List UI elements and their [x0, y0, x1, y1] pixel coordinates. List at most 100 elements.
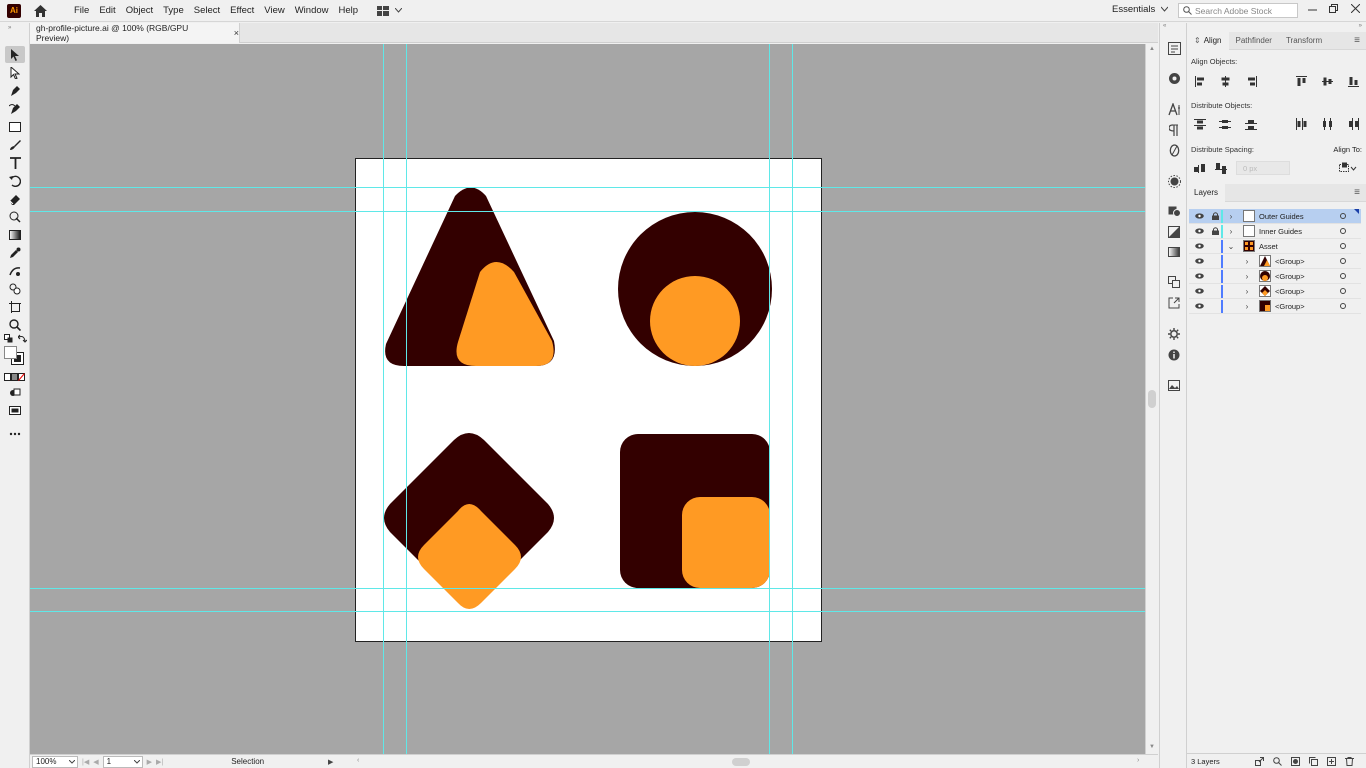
layer-name[interactable]: <Group> [1275, 257, 1305, 266]
scroll-left-icon[interactable]: ‹ [357, 757, 359, 764]
rectangle-tool[interactable] [5, 118, 25, 135]
square-group[interactable] [620, 434, 770, 588]
scroll-down-icon[interactable]: ▼ [1149, 744, 1155, 750]
swap-colors-button[interactable] [17, 334, 28, 345]
expand-arrow-icon[interactable]: › [1243, 257, 1251, 266]
curvature-tool[interactable] [5, 100, 25, 117]
eraser-tool[interactable] [5, 190, 25, 207]
guide-horizontal[interactable] [30, 588, 1145, 589]
menu-edit[interactable]: Edit [94, 5, 120, 16]
scroll-up-icon[interactable]: ▲ [1149, 46, 1155, 52]
menu-view[interactable]: View [259, 5, 289, 16]
diamond-group[interactable] [384, 433, 554, 609]
previous-artboard-icon[interactable]: ◀ [93, 758, 98, 766]
create-sublayer-button[interactable] [1309, 756, 1318, 766]
layer-row-group[interactable]: › <Group> [1189, 284, 1361, 299]
layer-row-group[interactable]: › <Group> [1189, 254, 1361, 269]
expand-arrow-icon[interactable]: › [1243, 272, 1251, 281]
search-stock-input[interactable]: Search Adobe Stock [1178, 3, 1298, 18]
target-circle-icon[interactable] [1340, 243, 1346, 249]
properties-panel-button[interactable] [1166, 40, 1182, 56]
fill-stroke-swatches[interactable] [4, 346, 26, 368]
info-panel-button[interactable] [1166, 347, 1182, 363]
default-colors-button[interactable] [4, 334, 13, 345]
blend-tool[interactable] [5, 280, 25, 297]
spacing-value-input[interactable]: 0 px [1236, 161, 1290, 175]
color-mode-buttons[interactable] [4, 373, 26, 383]
triangle-group[interactable] [385, 187, 555, 367]
visibility-eye-icon[interactable] [1195, 257, 1204, 266]
vertical-distribute-space-button[interactable] [1194, 162, 1206, 174]
horizontal-scroll-thumb[interactable] [732, 758, 750, 766]
visibility-eye-icon[interactable] [1195, 302, 1204, 311]
direct-selection-tool[interactable] [5, 64, 25, 81]
gradient-tool[interactable] [5, 226, 25, 243]
layer-row-inner-guides[interactable]: › Inner Guides [1189, 224, 1361, 239]
menu-effect[interactable]: Effect [225, 5, 259, 16]
arrange-documents-button[interactable] [377, 5, 403, 16]
locate-object-button[interactable] [1273, 756, 1282, 766]
visibility-eye-icon[interactable] [1195, 272, 1204, 281]
guide-horizontal[interactable] [30, 211, 1145, 212]
layer-row-group[interactable]: › <Group> [1189, 299, 1361, 314]
distribute-v-center-button[interactable] [1219, 118, 1231, 130]
export-panel-button[interactable] [1166, 295, 1182, 311]
distribute-left-button[interactable] [1295, 118, 1307, 130]
shape-builder-tool[interactable] [5, 208, 25, 225]
export-layer-button[interactable] [1255, 756, 1264, 766]
lock-icon[interactable] [1211, 212, 1220, 221]
guide-vertical[interactable] [769, 44, 770, 754]
close-tab-button[interactable]: × [234, 28, 239, 38]
horizontal-align-center-button[interactable] [1219, 75, 1231, 87]
opentype-panel-button[interactable] [1166, 142, 1182, 158]
layer-row-asset[interactable]: ⌄ Asset [1189, 239, 1361, 254]
last-artboard-icon[interactable]: ▶| [156, 758, 163, 766]
guide-vertical[interactable] [792, 44, 793, 754]
layer-name[interactable]: <Group> [1275, 272, 1305, 281]
menu-file[interactable]: File [69, 5, 94, 16]
panel-menu-icon[interactable]: ≡ [1354, 35, 1360, 46]
target-circle-icon[interactable] [1340, 213, 1346, 219]
layers-menu-icon[interactable]: ≡ [1354, 187, 1360, 198]
paintbrush-tool[interactable] [5, 136, 25, 153]
type-tool[interactable] [5, 154, 25, 171]
guide-vertical[interactable] [383, 44, 384, 754]
puppet-warp-tool[interactable] [5, 262, 25, 279]
guide-horizontal[interactable] [30, 611, 1145, 612]
screen-mode-tool[interactable] [5, 402, 25, 419]
zoom-tool[interactable] [5, 316, 25, 333]
transparency-panel-button[interactable] [1166, 224, 1182, 240]
graphic-styles-panel-button[interactable] [1166, 203, 1182, 219]
tab-layers[interactable]: Layers [1187, 183, 1226, 202]
draw-mode-tool[interactable] [5, 384, 25, 401]
layer-name[interactable]: <Group> [1275, 302, 1305, 311]
menu-help[interactable]: Help [334, 5, 364, 16]
tab-align[interactable]: ⇕ Align [1187, 31, 1229, 50]
edit-toolbar-button[interactable] [5, 425, 25, 442]
horizontal-align-left-button[interactable] [1194, 75, 1206, 87]
circle-group[interactable] [618, 212, 772, 366]
make-clipping-mask-button[interactable] [1291, 756, 1300, 766]
circle-orange[interactable] [650, 276, 740, 366]
artboard-number-select[interactable]: 1 [102, 755, 143, 768]
distribute-h-center-button[interactable] [1321, 118, 1333, 130]
menu-object[interactable]: Object [121, 5, 158, 16]
layer-row-outer-guides[interactable]: › Outer Guides [1189, 209, 1361, 224]
guide-vertical[interactable] [406, 44, 407, 754]
character-panel-button[interactable] [1166, 101, 1182, 117]
distribute-bottom-button[interactable] [1245, 118, 1257, 130]
home-icon[interactable] [33, 4, 47, 18]
appearance-panel-button[interactable] [1166, 173, 1182, 189]
selection-tool[interactable] [5, 46, 25, 63]
eyedropper-tool[interactable] [5, 244, 25, 261]
first-artboard-icon[interactable]: |◀ [82, 758, 89, 766]
expand-arrow-icon[interactable]: › [1227, 212, 1235, 221]
layer-name[interactable]: Outer Guides [1259, 212, 1304, 221]
expand-arrow-icon[interactable]: › [1243, 287, 1251, 296]
horizontal-distribute-space-button[interactable] [1215, 162, 1227, 174]
create-layer-button[interactable] [1327, 756, 1336, 766]
visibility-eye-icon[interactable] [1195, 242, 1204, 251]
horizontal-scrollbar[interactable]: ‹ › [357, 757, 1147, 767]
restore-button[interactable] [1322, 0, 1344, 16]
vertical-scrollbar[interactable]: ▲ ▼ [1145, 44, 1158, 754]
